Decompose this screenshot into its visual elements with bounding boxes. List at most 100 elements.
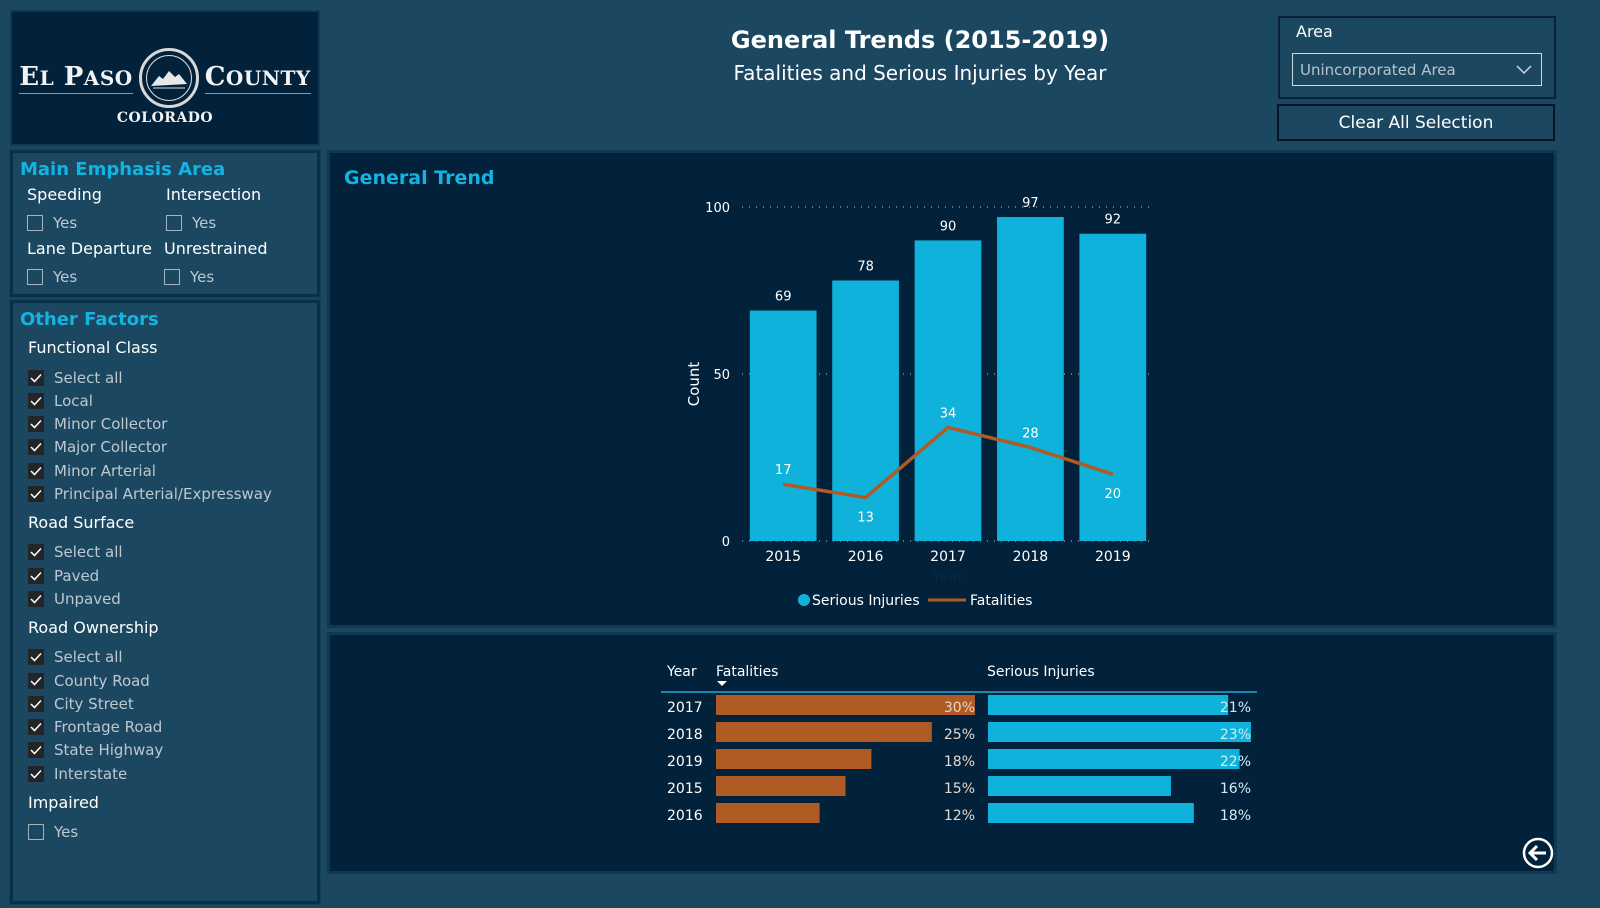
filter-option-label: Interstate <box>54 764 128 783</box>
filter-option-label: Paved <box>54 566 100 585</box>
filter-option[interactable]: Interstate <box>28 762 127 785</box>
unrestrained-yes-option[interactable]: Yes <box>164 265 214 288</box>
fatalities-pct: 15% <box>944 781 975 797</box>
x-tick-label: 2016 <box>848 549 884 565</box>
checkbox-checked[interactable] <box>28 590 44 607</box>
checkbox-checked[interactable] <box>28 695 44 712</box>
serious-injuries-bar <box>988 803 1194 823</box>
checkbox-checked[interactable] <box>28 416 44 433</box>
serious-injuries-bar <box>988 695 1229 715</box>
filter-option[interactable]: Select all <box>28 541 123 564</box>
filter-option[interactable]: Yes <box>28 821 78 844</box>
fatalities-pct: 12% <box>944 808 975 824</box>
checkbox[interactable] <box>27 268 43 285</box>
general-trend-chart: 050100Count69201578201690201797201892201… <box>685 196 1154 609</box>
serious-injuries-bar <box>988 722 1251 742</box>
area-dropdown[interactable]: Unincorporated Area <box>1292 53 1542 86</box>
bar-data-label: 78 <box>857 259 874 274</box>
checkbox-checked[interactable] <box>28 392 44 409</box>
filter-option-label: Minor Arterial <box>54 461 156 480</box>
line-data-label: 13 <box>857 511 874 526</box>
filter-option[interactable]: Principal Arterial/Expressway <box>28 483 272 506</box>
logo-wordmark: EL PASO COUNTY <box>12 48 318 108</box>
area-slicer: Area Unincorporated Area <box>1278 16 1556 99</box>
bar-serious-injuries <box>997 217 1064 541</box>
fatalities-bar <box>716 803 820 823</box>
main-emphasis-panel: Main Emphasis Area Speeding Intersection… <box>9 149 321 298</box>
filter-option[interactable]: Unpaved <box>28 587 121 610</box>
main-emphasis-title: Main Emphasis Area <box>20 159 226 180</box>
fatalities-pct: 30% <box>944 700 975 716</box>
row-year: 2018 <box>667 727 703 743</box>
bar-data-label: 92 <box>1105 213 1122 228</box>
checkbox-checked[interactable] <box>28 439 44 456</box>
x-tick-label: 2018 <box>1013 549 1049 565</box>
checkbox-checked[interactable] <box>28 719 44 736</box>
row-year: 2017 <box>667 700 703 716</box>
arrow-left-circle-icon <box>1522 837 1554 869</box>
filter-option[interactable]: Paved <box>28 564 99 587</box>
x-tick-label: 2019 <box>1095 549 1131 565</box>
fatalities-bar <box>716 695 975 715</box>
checkbox-checked[interactable] <box>28 462 44 479</box>
other-factors-title: Other Factors <box>20 309 159 330</box>
line-data-label: 34 <box>940 406 957 421</box>
back-button[interactable] <box>1522 837 1554 869</box>
fatalities-pct: 25% <box>944 727 975 743</box>
intersection-label: Intersection <box>166 185 262 204</box>
filter-option[interactable]: Minor Collector <box>28 413 167 436</box>
clear-all-selection-button[interactable]: Clear All Selection <box>1277 104 1555 141</box>
filter-option[interactable]: Select all <box>28 646 123 669</box>
fatalities-bar <box>716 722 932 742</box>
year-breakdown-table: Year Fatalities Serious Injuries 2017 30% 21%… <box>661 664 1257 824</box>
filter-option-label: City Street <box>54 694 134 713</box>
county-seal-icon <box>138 48 199 108</box>
serious-injuries-bar <box>988 776 1171 796</box>
checkbox-checked[interactable] <box>28 742 44 759</box>
filter-option[interactable]: County Road <box>28 669 150 692</box>
checkbox[interactable] <box>166 214 182 231</box>
filter-group-label: Road Surface <box>28 512 135 532</box>
bar-serious-injuries <box>832 280 899 541</box>
checkbox-checked[interactable] <box>28 649 44 666</box>
filter-option[interactable]: Select all <box>28 366 123 389</box>
fatalities-pct: 18% <box>944 754 975 770</box>
checkbox[interactable] <box>27 214 43 231</box>
y-tick-label: 50 <box>713 368 730 383</box>
checkbox[interactable] <box>164 268 180 285</box>
general-trend-panel: General Trend 0 50 100 Count 69 2015 78 2016 90 2… <box>327 150 1557 628</box>
checkbox-checked[interactable] <box>28 486 44 502</box>
filter-option-label: Select all <box>54 543 123 562</box>
serious-injuries-pct: 16% <box>1220 781 1251 797</box>
checkbox-checked[interactable] <box>28 765 44 782</box>
speeding-yes-option[interactable]: Yes <box>27 211 77 234</box>
county-logo: EL PASO COUNTY COLORADO <box>10 10 320 146</box>
filter-option[interactable]: Major Collector <box>28 436 167 459</box>
row-year: 2016 <box>667 808 703 824</box>
bar-data-label: 69 <box>775 290 792 305</box>
checkbox[interactable] <box>28 824 44 840</box>
checkbox-checked[interactable] <box>28 544 44 561</box>
filter-group-label: Impaired <box>28 792 99 812</box>
filter-option-label: Select all <box>54 368 123 387</box>
checkbox-checked[interactable] <box>28 369 44 386</box>
filter-option[interactable]: City Street <box>28 692 134 715</box>
filter-option[interactable]: Frontage Road <box>28 716 162 739</box>
checkbox-checked[interactable] <box>28 672 44 689</box>
x-tick-label: 2015 <box>765 549 801 565</box>
filter-option[interactable]: Local <box>28 389 93 412</box>
lane-departure-yes-option[interactable]: Yes <box>27 265 77 288</box>
intersection-yes-option[interactable]: Yes <box>166 211 216 234</box>
logo-subtitle: COLORADO <box>116 110 214 126</box>
line-data-label: 28 <box>1022 426 1039 441</box>
filter-option-label: Principal Arterial/Expressway <box>54 485 272 503</box>
bar-serious-injuries <box>749 310 817 541</box>
serious-injuries-bar <box>988 749 1240 769</box>
filter-option[interactable]: Minor Arterial <box>28 459 156 482</box>
filter-option[interactable]: State Highway <box>28 739 163 762</box>
filter-option-label: Frontage Road <box>54 718 163 737</box>
filter-option-label: Minor Collector <box>54 415 168 434</box>
filter-option-label: State Highway <box>54 741 164 760</box>
fatalities-bar <box>716 749 872 769</box>
checkbox-checked[interactable] <box>28 567 44 584</box>
